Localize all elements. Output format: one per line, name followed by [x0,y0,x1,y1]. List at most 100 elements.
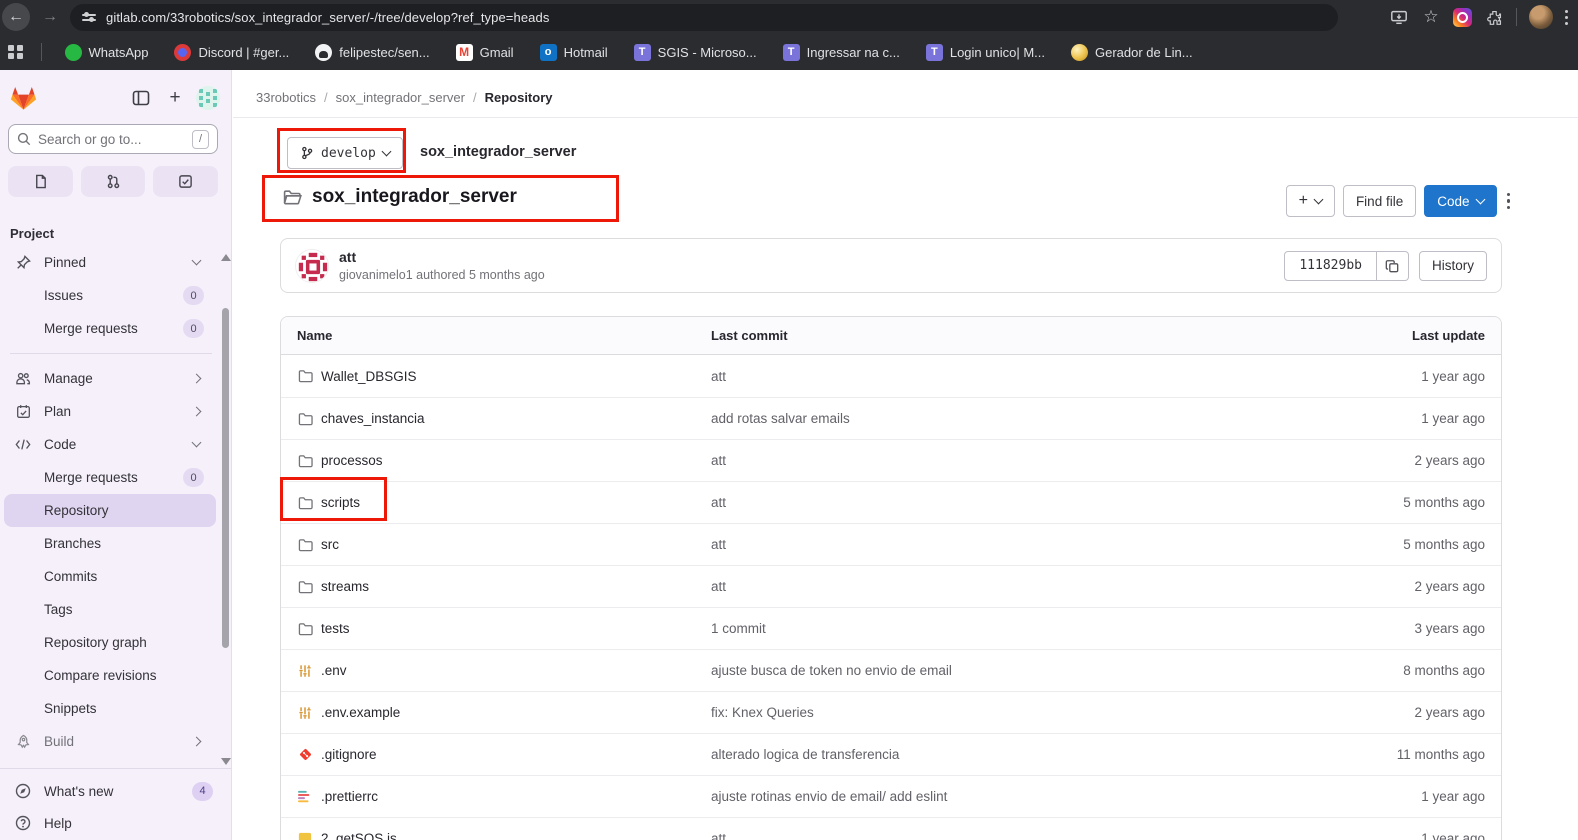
commit-sha-button[interactable]: 111829bb [1284,251,1377,281]
file-name-link[interactable]: src [281,537,711,553]
file-name-link[interactable]: .prettierrc [281,789,711,805]
sidebar-item-build[interactable]: Build [4,725,216,758]
commit-message-link[interactable]: att [711,369,1331,384]
sidebar-item-plan[interactable]: Plan [4,395,216,428]
sidebar-toggle-icon[interactable] [128,85,154,111]
commit-message-link[interactable]: add rotas salvar emails [711,411,1331,426]
commit-message-link[interactable]: ajuste rotinas envio de email/ add eslin… [711,789,1331,804]
git-icon [297,747,313,763]
sidebar-item-branches[interactable]: Branches [4,527,216,560]
copy-sha-icon[interactable] [1377,251,1409,281]
file-name-link[interactable]: processos [281,453,711,469]
sidebar-item-pinned[interactable]: Pinned [4,246,216,279]
bookmark-item[interactable]: felipestec/sen... [306,39,438,65]
back-button[interactable]: ← [2,3,30,31]
file-name-link[interactable]: scripts [281,495,711,511]
sidebar-scroll-up-icon[interactable] [221,254,231,261]
find-file-button[interactable]: Find file [1343,185,1416,217]
forward-button[interactable]: → [36,3,64,31]
sidebar-item-manage[interactable]: Manage [4,362,216,395]
file-name-link[interactable]: .gitignore [281,747,711,763]
sidebar-item-label: Compare revisions [44,668,157,683]
sidebar-item-tags[interactable]: Tags [4,593,216,626]
merge-requests-shortcut-button[interactable] [81,166,146,197]
bookmark-item[interactable]: oHotmail [531,39,617,65]
history-button[interactable]: History [1419,251,1487,281]
file-name-link[interactable]: Wallet_DBSGIS [281,368,711,384]
commit-author-avatar[interactable] [295,249,329,283]
file-name-link[interactable]: tests [281,621,711,637]
issues-shortcut-button[interactable] [8,166,73,197]
file-name-link[interactable]: .env.example [281,705,711,721]
code-dropdown-button[interactable]: Code [1424,185,1496,217]
sidebar-item-commits[interactable]: Commits [4,560,216,593]
bookmark-item[interactable]: Discord | #ger... [165,39,298,65]
last-update-text: 2 years ago [1331,453,1501,468]
gitlab-logo[interactable] [10,86,37,111]
sidebar-item-merge-requests[interactable]: Merge requests0 [4,312,216,345]
commit-message-link[interactable]: att [711,831,1331,840]
breadcrumb: 33robotics/sox_integrador_server/Reposit… [256,90,553,105]
last-update-text: 8 months ago [1331,663,1501,678]
sidebar-item-what-s-new[interactable]: What's new4 [4,775,225,807]
user-avatar[interactable] [1529,5,1553,29]
file-name-link[interactable]: 2..getSOS.js [281,831,711,840]
extension-colorful-icon[interactable] [1453,8,1472,27]
bookmark-label: Ingressar na c... [807,45,900,60]
file-name-link[interactable]: chaves_instancia [281,411,711,427]
file-row: .envajuste busca de token no envio de em… [281,649,1501,691]
project-avatar[interactable] [196,86,220,110]
commit-message-link[interactable]: ajuste busca de token no envio de email [711,663,1331,678]
sidebar-scrollbar[interactable] [222,308,229,648]
commit-message-link[interactable]: att [711,453,1331,468]
bookmark-item[interactable]: TLogin unico| M... [917,39,1054,65]
bookmark-item[interactable]: TSGIS - Microso... [625,39,766,65]
commit-message-link[interactable]: 1 commit [711,621,1331,636]
breadcrumb-item[interactable]: sox_integrador_server [336,90,465,105]
commit-message-link[interactable]: alterado logica de transferencia [711,747,1331,762]
file-name-text: chaves_instancia [321,411,425,426]
bookmark-item[interactable]: TIngressar na c... [774,39,909,65]
sidebar-item-issues[interactable]: Issues0 [4,279,216,312]
commit-message-link[interactable]: fix: Knex Queries [711,705,1331,720]
browser-menu-icon[interactable] [1565,10,1568,25]
sidebar-item-compare-revisions[interactable]: Compare revisions [4,659,216,692]
file-name-link[interactable]: .env [281,663,711,679]
create-new-icon[interactable]: + [162,85,188,111]
search-input[interactable]: Search or go to... / [8,124,218,154]
extensions-puzzle-icon[interactable] [1484,7,1504,27]
todo-shortcut-button[interactable] [153,166,218,197]
sidebar-scroll-down-icon[interactable] [221,758,231,765]
commit-message-link[interactable]: att [711,537,1331,552]
last-update-text: 5 months ago [1331,537,1501,552]
commit-message-link[interactable]: att [711,495,1331,510]
file-name-text: src [321,537,339,552]
rocket-icon [15,734,31,749]
last-update-text: 2 years ago [1331,705,1501,720]
breadcrumb-item[interactable]: Repository [485,90,553,105]
sidebar-item-merge-requests[interactable]: Merge requests0 [4,461,216,494]
sidebar-item-repository-graph[interactable]: Repository graph [4,626,216,659]
bookmark-item[interactable]: WhatsApp [56,39,158,65]
apps-grid-icon[interactable] [8,45,23,60]
sidebar-item-help[interactable]: Help [4,807,225,839]
add-dropdown-button[interactable]: + [1286,185,1335,217]
file-name-link[interactable]: streams [281,579,711,595]
commit-message[interactable]: att [339,249,545,265]
sidebar-item-snippets[interactable]: Snippets [4,692,216,725]
branch-selector-button[interactable]: develop [287,137,403,169]
commit-message-link[interactable]: att [711,579,1331,594]
env-icon [297,705,313,721]
bookmark-item[interactable]: Gerador de Lin... [1062,39,1202,65]
more-actions-icon[interactable] [1505,185,1513,217]
sidebar-item-label: Commits [44,569,97,584]
site-settings-icon[interactable] [82,14,96,20]
sidebar-item-code[interactable]: Code [4,428,216,461]
url-bar[interactable]: gitlab.com/33robotics/sox_integrador_ser… [70,4,1338,31]
chevron-down-icon [1475,195,1485,205]
bookmark-item[interactable]: MGmail [447,39,523,65]
breadcrumb-item[interactable]: 33robotics [256,90,316,105]
bookmark-star-icon[interactable]: ☆ [1421,7,1441,27]
send-to-device-icon[interactable] [1389,7,1409,27]
sidebar-item-repository[interactable]: Repository [4,494,216,527]
